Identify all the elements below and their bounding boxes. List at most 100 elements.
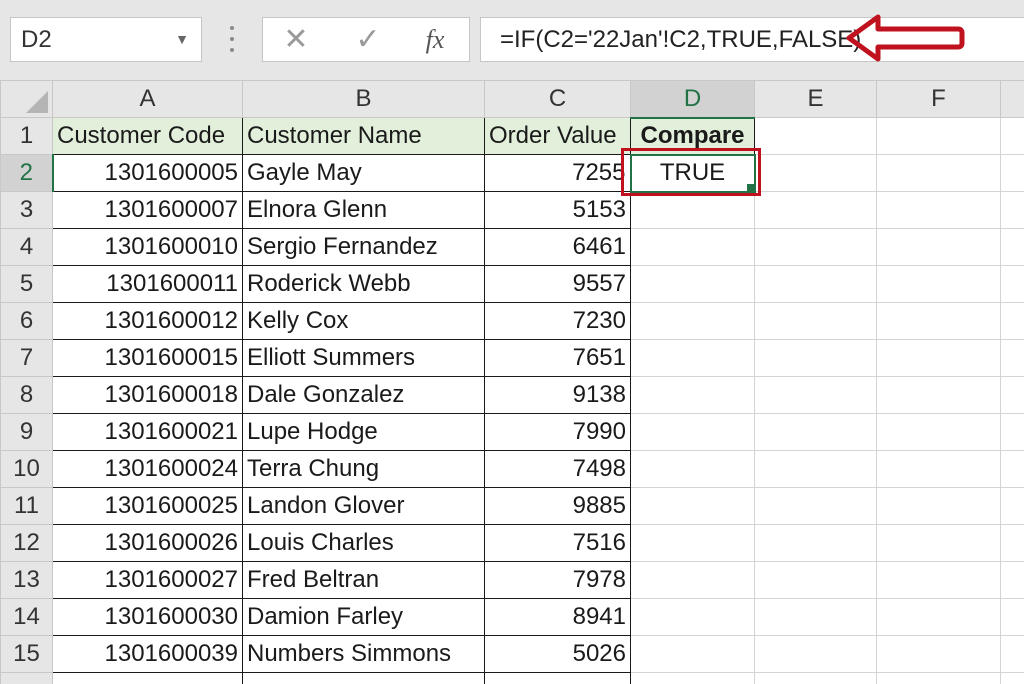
cell[interactable] <box>876 413 1001 451</box>
cell[interactable] <box>484 672 631 684</box>
customer-name-cell[interactable]: Elnora Glenn <box>242 191 485 229</box>
column-header-b[interactable]: B <box>242 80 485 118</box>
cell[interactable] <box>1000 265 1024 303</box>
customer-code-cell[interactable]: 1301600024 <box>52 450 243 488</box>
compare-cell[interactable] <box>630 302 755 340</box>
compare-cell[interactable] <box>630 487 755 525</box>
order-value-cell[interactable]: 5153 <box>484 191 631 229</box>
row-header[interactable]: 10 <box>0 450 53 488</box>
insert-function-button[interactable]: fx <box>418 18 452 61</box>
cell[interactable] <box>754 635 877 673</box>
customer-name-cell[interactable]: Dale Gonzalez <box>242 376 485 414</box>
order-value-cell[interactable]: 9885 <box>484 487 631 525</box>
cell[interactable] <box>754 598 877 636</box>
customer-name-cell[interactable]: Numbers Simmons <box>242 635 485 673</box>
column-header-c[interactable]: C <box>484 80 631 118</box>
customer-name-cell[interactable]: Gayle May <box>242 154 485 192</box>
row-header[interactable]: 3 <box>0 191 53 229</box>
order-value-cell[interactable]: 6461 <box>484 228 631 266</box>
header-customer-name[interactable]: Customer Name <box>242 117 485 155</box>
compare-cell[interactable] <box>630 635 755 673</box>
cell[interactable] <box>1000 339 1024 377</box>
customer-name-cell[interactable]: Sergio Fernandez <box>242 228 485 266</box>
order-value-cell[interactable]: 9138 <box>484 376 631 414</box>
cell[interactable] <box>754 450 877 488</box>
cell[interactable] <box>876 191 1001 229</box>
cell[interactable] <box>242 672 485 684</box>
compare-cell[interactable] <box>630 598 755 636</box>
cell[interactable] <box>754 265 877 303</box>
header-order-value[interactable]: Order Value <box>484 117 631 155</box>
cell[interactable] <box>754 524 877 562</box>
cell[interactable] <box>1000 450 1024 488</box>
cell[interactable] <box>876 117 1001 155</box>
cell[interactable] <box>1000 561 1024 599</box>
compare-cell[interactable] <box>630 376 755 414</box>
order-value-cell[interactable]: 7516 <box>484 524 631 562</box>
column-header-f[interactable]: F <box>876 80 1001 118</box>
row-header[interactable]: 8 <box>0 376 53 414</box>
header-customer-code[interactable]: Customer Code <box>52 117 243 155</box>
chevron-down-icon[interactable]: ▼ <box>175 18 189 61</box>
customer-code-cell[interactable]: 1301600039 <box>52 635 243 673</box>
order-value-cell[interactable]: 7651 <box>484 339 631 377</box>
cell[interactable] <box>1000 228 1024 266</box>
compare-cell[interactable] <box>630 228 755 266</box>
cell[interactable] <box>876 339 1001 377</box>
row-header[interactable]: 2 <box>0 154 54 192</box>
cell[interactable] <box>1000 376 1024 414</box>
cell[interactable] <box>754 339 877 377</box>
row-header[interactable]: 4 <box>0 228 53 266</box>
cell[interactable] <box>754 487 877 525</box>
cell[interactable] <box>754 228 877 266</box>
customer-code-cell[interactable]: 1301600026 <box>52 524 243 562</box>
row-header[interactable]: 6 <box>0 302 53 340</box>
order-value-cell[interactable]: 5026 <box>484 635 631 673</box>
column-header-a[interactable]: A <box>52 80 243 118</box>
cell[interactable] <box>876 487 1001 525</box>
cell[interactable] <box>754 191 877 229</box>
cell[interactable] <box>754 154 877 192</box>
row-header[interactable]: 14 <box>0 598 53 636</box>
drag-handle-icon[interactable] <box>228 26 236 52</box>
customer-name-cell[interactable]: Landon Glover <box>242 487 485 525</box>
row-header[interactable]: 7 <box>0 339 53 377</box>
order-value-cell[interactable]: 7990 <box>484 413 631 451</box>
column-header-g[interactable] <box>1000 80 1024 118</box>
cancel-icon[interactable]: ✕ <box>281 18 311 61</box>
customer-name-cell[interactable]: Damion Farley <box>242 598 485 636</box>
cell[interactable] <box>754 302 877 340</box>
compare-cell[interactable] <box>630 339 755 377</box>
cell[interactable] <box>876 672 1001 684</box>
order-value-cell[interactable]: 9557 <box>484 265 631 303</box>
customer-name-cell[interactable]: Kelly Cox <box>242 302 485 340</box>
customer-code-cell[interactable]: 1301600010 <box>52 228 243 266</box>
column-header-e[interactable]: E <box>754 80 877 118</box>
cell[interactable] <box>754 672 877 684</box>
cell[interactable] <box>1000 598 1024 636</box>
customer-code-cell[interactable]: 1301600021 <box>52 413 243 451</box>
name-box[interactable]: D2 ▼ <box>10 17 202 62</box>
customer-code-cell[interactable]: 1301600025 <box>52 487 243 525</box>
customer-name-cell[interactable]: Fred Beltran <box>242 561 485 599</box>
order-value-cell[interactable]: 7498 <box>484 450 631 488</box>
customer-code-cell[interactable]: 1301600018 <box>52 376 243 414</box>
order-value-cell[interactable]: 7255 <box>484 154 631 192</box>
cell[interactable] <box>754 117 877 155</box>
row-header[interactable]: 5 <box>0 265 53 303</box>
cell[interactable] <box>876 302 1001 340</box>
select-all-button[interactable] <box>0 80 53 118</box>
cell[interactable] <box>630 672 755 684</box>
row-header[interactable]: 11 <box>0 487 53 525</box>
row-header[interactable]: 15 <box>0 635 53 673</box>
cell[interactable] <box>754 413 877 451</box>
cell[interactable] <box>876 561 1001 599</box>
row-header[interactable]: 13 <box>0 561 53 599</box>
order-value-cell[interactable]: 8941 <box>484 598 631 636</box>
cell[interactable] <box>1000 487 1024 525</box>
row-header[interactable]: 12 <box>0 524 53 562</box>
cell[interactable] <box>754 561 877 599</box>
cell[interactable] <box>876 376 1001 414</box>
cell[interactable] <box>0 672 53 684</box>
order-value-cell[interactable]: 7978 <box>484 561 631 599</box>
